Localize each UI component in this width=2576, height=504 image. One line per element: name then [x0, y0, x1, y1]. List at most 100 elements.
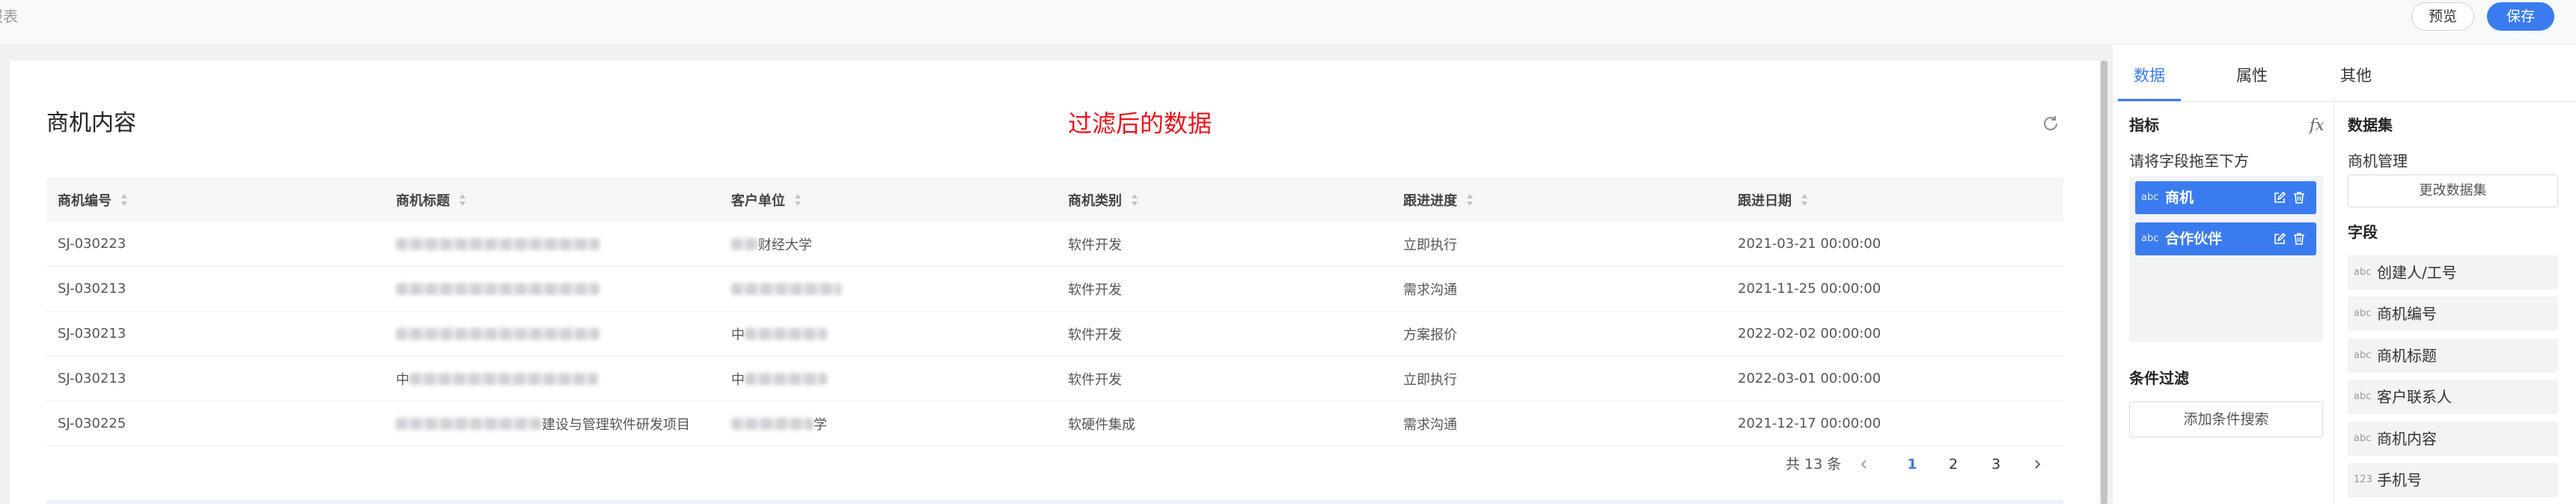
cell-progress: 需求沟通: [1403, 416, 1457, 433]
table-row[interactable]: SJ-030225 建设与管理软件研发项目 学 软硬件集成 需求沟通 2021-…: [46, 401, 2063, 446]
edit-icon[interactable]: [2273, 232, 2286, 246]
column-header[interactable]: 跟进日期: [1727, 177, 2063, 222]
delete-icon[interactable]: [2292, 191, 2306, 204]
field-label: 商机编号: [2377, 305, 2437, 323]
redacted-text: [731, 237, 758, 250]
tab-properties[interactable]: 属性: [2221, 63, 2283, 101]
cell-date: 2021-12-17 00:00:00: [1738, 416, 1881, 431]
cell-date: 2021-11-25 00:00:00: [1738, 281, 1881, 297]
page-button-1[interactable]: 1: [1901, 449, 1923, 479]
vertical-scrollbar[interactable]: [2101, 61, 2108, 504]
column-header[interactable]: 商机编号: [46, 177, 385, 222]
edit-icon[interactable]: [2273, 191, 2286, 204]
data-table: 商机编号 商机标题 客户单位 商机类别 跟进进度 跟进日期 SJ-030223 …: [46, 177, 2063, 446]
config-panel: 数据 属性 其他 指标 fx 请将字段拖至下方 abc 商机 abc 合作伙伴 …: [2113, 45, 2576, 504]
dataset-title: 数据集: [2348, 116, 2393, 134]
field-item[interactable]: abc 客户联系人: [2348, 380, 2558, 414]
redacted-text: [745, 327, 827, 340]
cell-title: 建设与管理软件研发项目: [385, 401, 720, 446]
field-label: 创建人/工号: [2377, 264, 2457, 282]
sort-icon[interactable]: [120, 193, 128, 207]
chevron-right-icon[interactable]: [2031, 449, 2043, 479]
save-button[interactable]: 保存: [2487, 2, 2554, 31]
tab-data[interactable]: 数据: [2118, 63, 2181, 101]
refresh-icon[interactable]: [2042, 115, 2060, 133]
cell-category: 软件开发: [1068, 237, 1122, 253]
metrics-hint: 请将字段拖至下方: [2129, 152, 2249, 170]
metric-chip-label: 商机: [2165, 189, 2194, 206]
table-row[interactable]: SJ-030223 财经大学 软件开发 立即执行 2021-03-21 00:0…: [46, 222, 2063, 267]
redacted-text: [731, 282, 841, 295]
tab-other[interactable]: 其他: [2325, 63, 2387, 101]
cell-id: SJ-030213: [58, 371, 126, 386]
delete-icon[interactable]: [2292, 232, 2306, 246]
field-type-badge: abc: [2354, 391, 2372, 402]
top-bar: 报表 预览 保存: [0, 0, 2576, 45]
cell-title: 中: [385, 356, 720, 401]
field-label: 手机号: [2377, 471, 2422, 489]
page-button-3[interactable]: 3: [1985, 449, 2007, 479]
column-header-label: 客户单位: [731, 192, 785, 209]
redacted-text: [396, 282, 599, 295]
metric-chip-label: 合作伙伴: [2165, 231, 2223, 247]
sort-icon[interactable]: [794, 193, 802, 207]
column-header-label: 商机编号: [58, 192, 112, 209]
table-row[interactable]: SJ-030213 中 中 软件开发 立即执行 2022-03-01 00:00…: [46, 356, 2063, 401]
cell-text: 学: [814, 416, 827, 433]
field-item[interactable]: abc 商机标题: [2348, 338, 2558, 373]
cell-text: 中: [731, 327, 745, 343]
sort-icon[interactable]: [1131, 193, 1138, 207]
redacted-text: [396, 237, 599, 250]
sort-icon[interactable]: [459, 193, 466, 207]
cell-progress: 立即执行: [1403, 237, 1457, 253]
cell-progress: 方案报价: [1403, 327, 1457, 343]
table-header: 商机编号 商机标题 客户单位 商机类别 跟进进度 跟进日期: [46, 177, 2063, 222]
field-item[interactable]: abc 商机内容: [2348, 422, 2558, 456]
table-row[interactable]: SJ-030213 软件开发 需求沟通 2021-11-25 00:00:00: [46, 267, 2063, 312]
metrics-dropzone[interactable]: abc 商机 abc 合作伙伴: [2129, 176, 2323, 342]
field-item[interactable]: abc 商机编号: [2348, 297, 2558, 331]
cell-text: 财经大学: [758, 237, 812, 253]
redacted-text: [409, 372, 598, 385]
cell-date: 2021-03-21 00:00:00: [1738, 236, 1881, 252]
cell-date: 2022-03-01 00:00:00: [1738, 371, 1881, 386]
cell-id: SJ-030223: [58, 236, 126, 252]
redacted-text: [396, 327, 599, 340]
field-type-badge: abc: [2354, 350, 2372, 361]
cell-category: 软件开发: [1068, 371, 1122, 388]
column-header[interactable]: 商机类别: [1057, 177, 1392, 222]
field-label: 商机内容: [2377, 430, 2437, 448]
field-item[interactable]: 123 手机号: [2348, 463, 2558, 497]
sort-icon[interactable]: [1801, 193, 1808, 207]
filter-title: 条件过滤: [2129, 369, 2189, 387]
cell-id: SJ-030225: [58, 416, 126, 431]
field-type-badge: abc: [2141, 192, 2159, 203]
change-dataset-button[interactable]: 更改数据集: [2348, 174, 2558, 207]
fx-icon[interactable]: fx: [2310, 115, 2325, 136]
column-header[interactable]: 跟进进度: [1392, 177, 1727, 222]
section-divider: [46, 500, 2063, 504]
cell-customer: 中: [720, 312, 1057, 356]
metric-chip[interactable]: abc 商机: [2135, 181, 2316, 214]
field-item[interactable]: abc 创建人/工号: [2348, 255, 2558, 290]
report-card: 商机内容 过滤后的数据 商机编号 商机标题 客户单位 商机类别 跟进进度 跟进日…: [10, 61, 2099, 504]
page-button-2[interactable]: 2: [1942, 449, 1965, 479]
table-row[interactable]: SJ-030213 中 软件开发 方案报价 2022-02-02 00:00:0…: [46, 312, 2063, 356]
chevron-left-icon[interactable]: [1858, 449, 1870, 479]
preview-button[interactable]: 预览: [2411, 2, 2474, 31]
card-title: 商机内容: [46, 110, 136, 136]
column-header-label: 跟进进度: [1403, 192, 1457, 209]
cell-customer: 中: [720, 356, 1057, 401]
field-type-badge: abc: [2354, 433, 2372, 444]
column-header[interactable]: 商机标题: [385, 177, 720, 222]
column-header-label: 商机标题: [396, 192, 450, 209]
add-filter-button[interactable]: 添加条件搜索: [2129, 401, 2323, 437]
pagination-total: 共 13 条: [1786, 456, 1842, 473]
sort-icon[interactable]: [1466, 193, 1474, 207]
column-header[interactable]: 客户单位: [720, 177, 1057, 222]
app-title: 报表: [0, 7, 18, 25]
field-type-badge: abc: [2141, 233, 2159, 244]
cell-text: 中: [731, 371, 745, 388]
metric-chip[interactable]: abc 合作伙伴: [2135, 222, 2316, 255]
cell-customer: 学: [720, 401, 1057, 446]
